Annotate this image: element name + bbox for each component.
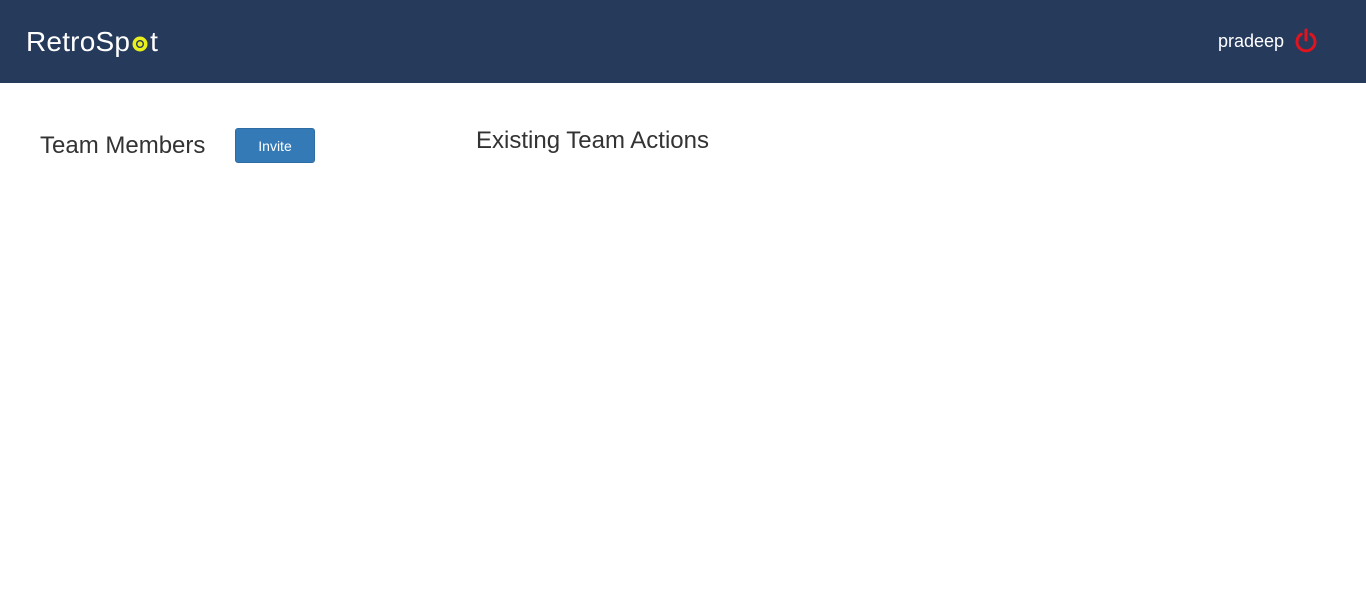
user-area: pradeep (1218, 28, 1318, 54)
existing-team-actions-heading: Existing Team Actions (476, 127, 710, 154)
power-icon (1295, 28, 1317, 53)
brand-text-suffix: t (150, 26, 159, 57)
team-members-heading: Team Members (40, 132, 206, 159)
logout-button[interactable] (1294, 28, 1318, 54)
spot-icon (131, 35, 149, 53)
brand-text-prefix: RetroSp (26, 26, 131, 57)
username-link[interactable]: pradeep (1218, 28, 1284, 54)
top-navbar: RetroSp t pradeep (0, 0, 1366, 83)
invite-button[interactable]: Invite (235, 128, 315, 163)
brand-logo[interactable]: RetroSp t (26, 25, 158, 59)
